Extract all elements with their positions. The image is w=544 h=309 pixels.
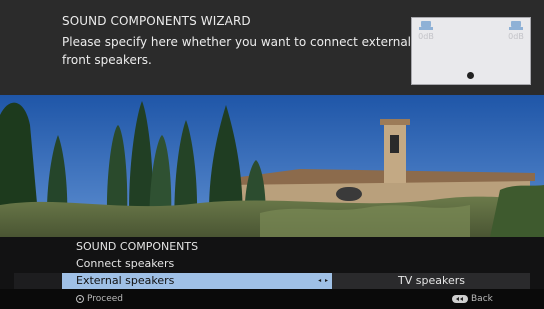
- footer-bar: Proceed Back: [0, 289, 544, 309]
- speaker-option-row: External speakers ◂ ▸ TV speakers: [14, 273, 530, 289]
- sound-components-menu: SOUND COMPONENTS Connect speakers Extern…: [0, 237, 544, 289]
- option-tv-speakers[interactable]: TV speakers: [332, 273, 530, 289]
- proceed-label: Proceed: [87, 294, 124, 304]
- left-speaker: 0dB: [415, 21, 437, 41]
- speaker-diagram: 0dB 0dB: [411, 17, 531, 85]
- menu-item-connect-speakers[interactable]: Connect speakers: [76, 257, 174, 270]
- right-speaker: 0dB: [505, 21, 527, 41]
- left-speaker-level: 0dB: [418, 32, 434, 41]
- wizard-panel: SOUND COMPONENTS WIZARD Please specify h…: [0, 0, 544, 95]
- option-external-speakers-label: External speakers: [76, 274, 175, 287]
- rewind-back-icon: [452, 295, 468, 303]
- proceed-button[interactable]: Proceed: [76, 294, 123, 304]
- listener-dot-icon: [467, 72, 474, 79]
- back-button[interactable]: Back: [452, 294, 493, 304]
- left-right-arrows-icon[interactable]: ◂ ▸: [318, 277, 329, 284]
- speaker-icon: [419, 21, 433, 30]
- option-external-speakers[interactable]: External speakers ◂ ▸: [62, 273, 332, 289]
- wizard-description: Please specify here whether you want to …: [62, 35, 412, 67]
- ok-circle-icon: [76, 295, 84, 303]
- option-tv-speakers-label: TV speakers: [398, 274, 465, 287]
- background-photo: [0, 95, 544, 237]
- back-label: Back: [471, 294, 493, 304]
- right-speaker-level: 0dB: [508, 32, 524, 41]
- wizard-title: SOUND COMPONENTS WIZARD: [62, 14, 251, 28]
- menu-section-title: SOUND COMPONENTS: [76, 240, 199, 253]
- tv-screen: SOUND COMPONENTS WIZARD Please specify h…: [0, 0, 544, 309]
- speaker-icon: [509, 21, 523, 30]
